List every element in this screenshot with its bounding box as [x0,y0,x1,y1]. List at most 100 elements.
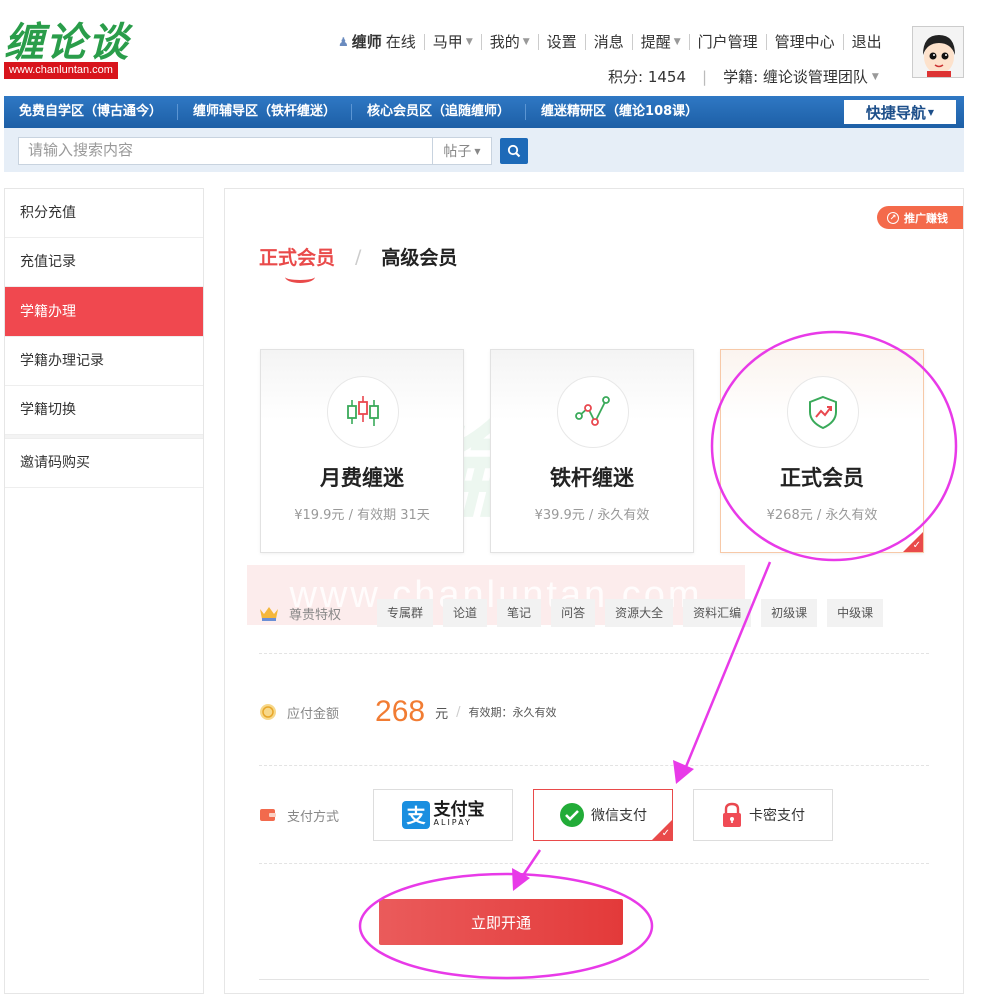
privilege-tag[interactable]: 中级课 [827,599,884,627]
plan-card-regular[interactable]: 正式会员 ¥268元 / 永久有效 ✓ [720,349,924,553]
separator: / [456,704,461,720]
sidebar-item-invite-code[interactable]: 邀请码购买 [5,439,203,488]
pay-alipay-button[interactable]: 支 支付宝 ALIPAY [373,789,514,841]
svg-text:支: 支 [405,805,426,827]
activate-now-button[interactable]: 立即开通 [379,899,623,945]
privilege-tag[interactable]: 初级课 [761,599,818,627]
nav-label: 提醒 [640,33,671,51]
nav-label: 设置 [546,33,577,51]
nav-portal-admin[interactable]: 门户管理 [690,34,767,50]
tab-regular-member[interactable]: 正式会员 [259,243,336,283]
wechat-pay-icon [560,803,585,827]
caret-down-icon: ▼ [871,71,879,82]
divider [259,765,929,766]
logo-text: 缠论谈 [4,19,130,66]
crown-icon [260,607,278,621]
privilege-tag[interactable]: 论道 [443,599,488,627]
pay-label: 支付方式 [287,809,340,825]
divider [259,979,929,980]
search-bar: 请输入搜索内容 帖子 ▼ [4,128,964,172]
menu-tutor[interactable]: 缠师辅导区（铁杆缠迷） [178,104,353,120]
promo-button[interactable]: ↗ 推广赚钱 [877,206,963,229]
privilege-tag[interactable]: 资料汇编 [683,599,752,627]
nav-reminders[interactable]: 提醒 ▼ [633,34,690,50]
quick-nav-label: 快捷导航 [865,103,926,122]
tab-senior-member[interactable]: 高级会员 [381,243,457,270]
nav-label: 退出 [851,33,882,51]
nav-label: 管理中心 [774,33,835,51]
privileges-row: 尊贵特权 专属群 论道 笔记 问答 资源大全 资料汇编 初级课 中级课 [259,599,893,627]
sidebar-item-enrollment[interactable]: 学籍办理 [5,287,203,337]
user-subnav: 积分: 1454 | 学籍: 缠论谈管理团队 ▼ [608,66,879,87]
nav-majia[interactable]: 马甲 ▼ [425,34,482,50]
sidebar-item-points-recharge[interactable]: 积分充值 [5,189,203,238]
search-type-select[interactable]: 帖子 ▼ [432,137,492,165]
caret-down-icon: ▼ [474,146,481,156]
search-input[interactable]: 请输入搜索内容 [18,137,432,165]
sidebar: 积分充值 充值记录 学籍办理 学籍办理记录 学籍切换 邀请码购买 [4,188,204,994]
lock-icon [723,802,742,827]
menu-research[interactable]: 缠迷精研区（缠论108课） [526,104,713,120]
nav-logout[interactable]: 退出 [844,34,890,50]
school-link[interactable]: 学籍: 缠论谈管理团队 [723,66,868,87]
user-status: 在线 [385,33,416,51]
pay-card-button[interactable]: 卡密支付 [693,789,834,841]
user-icon: ♟ [338,35,349,49]
alipay-icon: 支 [401,801,430,829]
check-icon: ✓ [912,540,921,551]
menu-free-study[interactable]: 免费自学区（博古通今） [4,104,179,120]
avatar[interactable] [912,26,964,78]
search-button[interactable] [500,138,528,164]
user-name-link[interactable]: ♟ 缠师 在线 [334,34,425,50]
amount-unit: 元 [435,706,449,722]
points-link[interactable]: 积分: 1454 [608,66,686,87]
privilege-tag[interactable]: 资源大全 [605,599,674,627]
caret-down-icon: ▼ [465,37,473,47]
wallet-icon [260,809,276,821]
plan-name: 铁杆缠迷 [550,466,634,490]
nav-label: 消息 [593,33,624,51]
sidebar-item-recharge-records[interactable]: 充值记录 [5,238,203,287]
promo-label: 推广赚钱 [904,211,948,225]
tab-label: 正式会员 [259,247,336,269]
validity-text: 有效期：永久有效 [468,706,557,719]
plan-name: 正式会员 [780,466,864,490]
main-panel: ↗ 推广赚钱 正式会员 / 高级会员 缠論谈 月费缠迷 ¥19.9元 / 有效期… [224,188,964,994]
plan-card-loyal[interactable]: 铁杆缠迷 ¥39.9元 / 永久有效 [490,349,694,553]
sidebar-item-enrollment-switch[interactable]: 学籍切换 [5,386,203,435]
shield-chart-icon [787,376,859,448]
plan-name: 月费缠迷 [320,466,404,490]
check-icon: ✓ [661,828,671,839]
divider [259,653,929,654]
payment-row: 支付方式 支 支付宝 ALIPAY 微信支付 ✓ 卡密支付 [259,789,853,841]
nav-settings[interactable]: 设置 [539,34,586,50]
quick-nav-button[interactable]: 快捷导航 ▼ [844,100,956,124]
plan-cards: 月费缠迷 ¥19.9元 / 有效期 31天 铁杆缠迷 ¥39.9元 / 永久有效 [260,349,950,553]
logo-url: www.chanluntan.com [4,62,118,79]
menu-core-member[interactable]: 核心会员区（追随缠师） [352,104,527,120]
candlestick-icon [327,376,399,448]
amount-label: 应付金额 [287,706,340,722]
amount-value: 268 [375,695,426,728]
member-tabs: 正式会员 / 高级会员 [259,243,457,283]
nav-messages[interactable]: 消息 [586,34,633,50]
privileges-label: 尊贵特权 [289,607,342,623]
pay-wechat-button[interactable]: 微信支付 ✓ [533,789,674,841]
sidebar-item-enrollment-records[interactable]: 学籍办理记录 [5,337,203,386]
nav-admin-center[interactable]: 管理中心 [767,34,844,50]
caret-down-icon: ▼ [673,37,681,47]
divider [259,863,929,864]
trend-line-icon [557,376,629,448]
alipay-label: 支付宝 [433,800,485,820]
caret-down-icon: ▼ [522,37,530,47]
coin-icon [260,704,276,720]
privilege-tag[interactable]: 问答 [551,599,596,627]
site-logo[interactable]: 缠论谈 www.chanluntan.com [4,10,134,80]
privilege-tag[interactable]: 笔记 [497,599,542,627]
nav-mine[interactable]: 我的 ▼ [482,34,539,50]
share-icon: ↗ [887,211,899,224]
privilege-tag[interactable]: 专属群 [377,599,434,627]
nav-label: 我的 [489,33,520,51]
plan-price: ¥268元 / 永久有效 [766,508,878,523]
plan-card-monthly[interactable]: 月费缠迷 ¥19.9元 / 有效期 31天 [260,349,464,553]
